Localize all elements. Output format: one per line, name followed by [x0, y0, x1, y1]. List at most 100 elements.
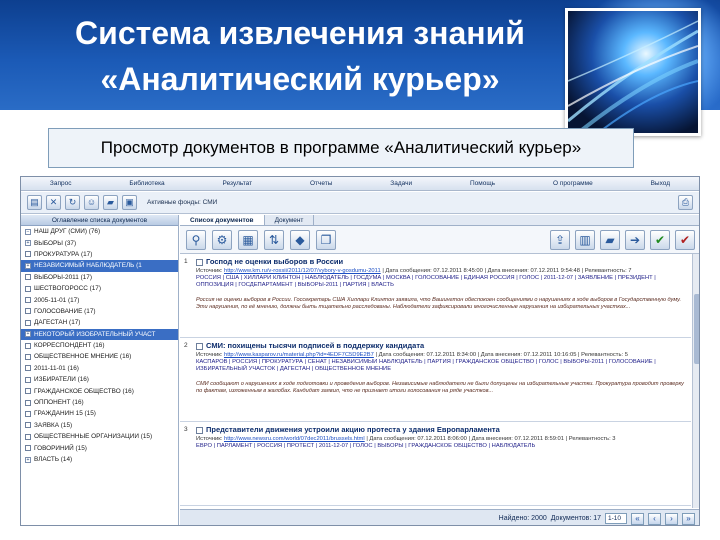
forward-icon[interactable]: ➔: [625, 230, 645, 250]
toc-tree-item[interactable]: 2005-11-01 (17): [21, 294, 178, 305]
expand-icon[interactable]: +: [25, 240, 31, 247]
folder-icon[interactable]: ▰: [103, 195, 118, 210]
page-range-input[interactable]: 1-10: [605, 513, 627, 524]
toc-tree-item-label: 2011-11-01 (16): [34, 364, 79, 372]
document-source-link[interactable]: http://www.kasparov.ru/material.php?id=4…: [224, 352, 374, 358]
toc-tree-item[interactable]: + ВЛАСТЬ (14): [21, 454, 178, 465]
toc-tree-item[interactable]: ОППОНЕНТ (16): [21, 397, 178, 408]
menu-item-about[interactable]: О программе: [524, 177, 622, 190]
tools-icon[interactable]: ✕: [46, 195, 61, 210]
archive-icon[interactable]: ▥: [575, 230, 595, 250]
toc-tree-item[interactable]: ОБЩЕСТВЕННЫЕ ОРГАНИЗАЦИИ (15): [21, 431, 178, 442]
scrollbar-thumb[interactable]: [694, 294, 699, 364]
toc-tree-item-label: КОРРЕСПОНДЕНТ (16): [34, 342, 105, 350]
menu-item-library[interactable]: Библиотека: [100, 177, 193, 190]
toc-tree-item[interactable]: + НЕЗАВИСИМЫЙ НАБЛЮДАТЕЛЬ (1: [21, 260, 178, 272]
new-query-icon[interactable]: ▤: [27, 195, 42, 210]
menu-item-query[interactable]: Запрос: [21, 177, 100, 190]
folder-open-icon[interactable]: ▰: [600, 230, 620, 250]
toc-tree-item[interactable]: ОБЩЕСТВЕННОЕ МНЕНИЕ (16): [21, 351, 178, 362]
tree-checkbox[interactable]: [25, 285, 31, 292]
tree-checkbox[interactable]: [25, 422, 31, 429]
document-title[interactable]: СМИ: похищены тысячи подписей в поддержк…: [206, 341, 424, 351]
document-number: 1: [184, 258, 188, 265]
copy-icon[interactable]: ❐: [316, 229, 336, 250]
users-icon[interactable]: ☺: [84, 195, 99, 210]
document-checkbox[interactable]: [196, 426, 203, 434]
check-icon[interactable]: ✔: [650, 230, 670, 250]
document-item[interactable]: 2 СМИ: похищены тысячи подписей в поддер…: [180, 338, 691, 422]
expand-icon[interactable]: +: [25, 456, 31, 463]
main-toolbar: ▤ ✕ ↻ ☺ ▰ ▣ Активные фонды: СМИ ⎙: [21, 192, 699, 214]
tree-checkbox[interactable]: [25, 274, 31, 281]
tree-checkbox[interactable]: [25, 297, 31, 304]
chart-icon[interactable]: ▦: [238, 229, 258, 250]
toc-tree-item[interactable]: ГРАЖДАНСКОЕ ОБЩЕСТВО (16): [21, 385, 178, 396]
document-tags: РОССИЯ | США | ХИЛЛАРИ КЛИНТОН | НАБЛЮДА…: [196, 275, 656, 289]
export-icon[interactable]: ⇪: [550, 230, 570, 250]
toc-tree-item[interactable]: ДАГЕСТАН (17): [21, 317, 178, 328]
document-list-scrollbar[interactable]: [692, 254, 699, 508]
toc-tree-item[interactable]: ИЗБИРАТЕЛИ (16): [21, 374, 178, 385]
toc-tree-item[interactable]: ПРОКУРАТУРА (17): [21, 249, 178, 260]
tree-checkbox[interactable]: [25, 388, 31, 395]
tag-icon[interactable]: ◆: [290, 229, 310, 250]
print-icon[interactable]: ⎙: [678, 195, 693, 210]
expand-icon[interactable]: +: [25, 262, 31, 269]
document-item[interactable]: 1 Господ не оценки выборов в России Исто…: [180, 254, 691, 338]
tree-checkbox[interactable]: [25, 376, 31, 383]
tree-checkbox[interactable]: [25, 365, 31, 372]
menu-item-help[interactable]: Помощь: [441, 177, 524, 190]
toc-tree-item[interactable]: ГОВОРИНИЙ (15): [21, 442, 178, 453]
expand-icon[interactable]: +: [25, 331, 31, 338]
menu-item-exit[interactable]: Выход: [622, 177, 699, 190]
menu-item-tasks[interactable]: Задачи: [361, 177, 441, 190]
last-page-icon[interactable]: »: [682, 512, 695, 525]
toc-tree-item[interactable]: + НЕКОТОРЫЙ ИЗОБРАТЕЛЬНЫЙ УЧАСТ: [21, 328, 178, 340]
toc-tree-item[interactable]: ГРАЖДАНИН 15 (15): [21, 408, 178, 419]
toc-tree-item[interactable]: − НАШ ДРУГ (СМИ) (76): [21, 226, 178, 237]
menu-item-result[interactable]: Результат: [194, 177, 281, 190]
toc-tree-item[interactable]: 2011-11-01 (16): [21, 363, 178, 374]
toc-tree-item[interactable]: КОРРЕСПОНДЕНТ (16): [21, 340, 178, 351]
document-item[interactable]: 3 Представители движения устроили акцию …: [180, 422, 691, 506]
tab-document-list[interactable]: Список документов: [180, 215, 265, 225]
save-icon[interactable]: ▣: [122, 195, 137, 210]
document-title[interactable]: Представители движения устроили акцию пр…: [206, 425, 500, 435]
tree-checkbox[interactable]: [25, 308, 31, 315]
search-icon[interactable]: ⚲: [186, 229, 206, 250]
toc-tree-item[interactable]: ЗАЯВКА (15): [21, 420, 178, 431]
tree-checkbox[interactable]: [25, 445, 31, 452]
document-source-link[interactable]: http://www.km.ru/v-rossii/2011/12/07/vyb…: [224, 268, 381, 274]
check-all-icon[interactable]: ✔: [675, 230, 695, 250]
found-count: Найдено: 2000: [498, 515, 547, 522]
menu-item-reports[interactable]: Отчеты: [281, 177, 361, 190]
toc-tree-item-label: ИЗБИРАТЕЛИ (16): [34, 376, 89, 384]
toc-tree-item[interactable]: ВЫБОРЫ-2011 (17): [21, 272, 178, 283]
toc-tree-item[interactable]: ШЕСТВОГОРОСС (17): [21, 283, 178, 294]
first-page-icon[interactable]: «: [631, 512, 644, 525]
tree-checkbox[interactable]: [25, 433, 31, 440]
tree-checkbox[interactable]: [25, 399, 31, 406]
toc-tree-item[interactable]: + ВЫБОРЫ (37): [21, 237, 178, 248]
refresh-icon[interactable]: ↻: [65, 195, 80, 210]
document-title[interactable]: Господ не оценки выборов в России: [206, 257, 343, 267]
document-checkbox[interactable]: [196, 258, 203, 266]
tab-document[interactable]: Документ: [265, 215, 315, 225]
document-source-label: Источник:: [196, 436, 223, 442]
slide-title: Система извлечения знаний «Аналитический…: [20, 10, 580, 102]
tree-checkbox[interactable]: [25, 342, 31, 349]
document-source-link[interactable]: http://www.newsru.com/world/07dec2011/br…: [224, 436, 365, 442]
sort-icon[interactable]: ⇅: [264, 229, 284, 250]
tree-checkbox[interactable]: [25, 410, 31, 417]
toc-tree-item-label: ГОЛОСОВАНИЕ (17): [34, 307, 96, 315]
collapse-icon[interactable]: −: [25, 228, 31, 235]
toc-tree-item[interactable]: ГОЛОСОВАНИЕ (17): [21, 306, 178, 317]
tree-checkbox[interactable]: [25, 251, 31, 258]
filter-icon[interactable]: ⚙: [212, 229, 232, 250]
document-checkbox[interactable]: [196, 342, 203, 350]
next-page-icon[interactable]: ›: [665, 512, 678, 525]
tree-checkbox[interactable]: [25, 353, 31, 360]
prev-page-icon[interactable]: ‹: [648, 512, 661, 525]
tree-checkbox[interactable]: [25, 319, 31, 326]
